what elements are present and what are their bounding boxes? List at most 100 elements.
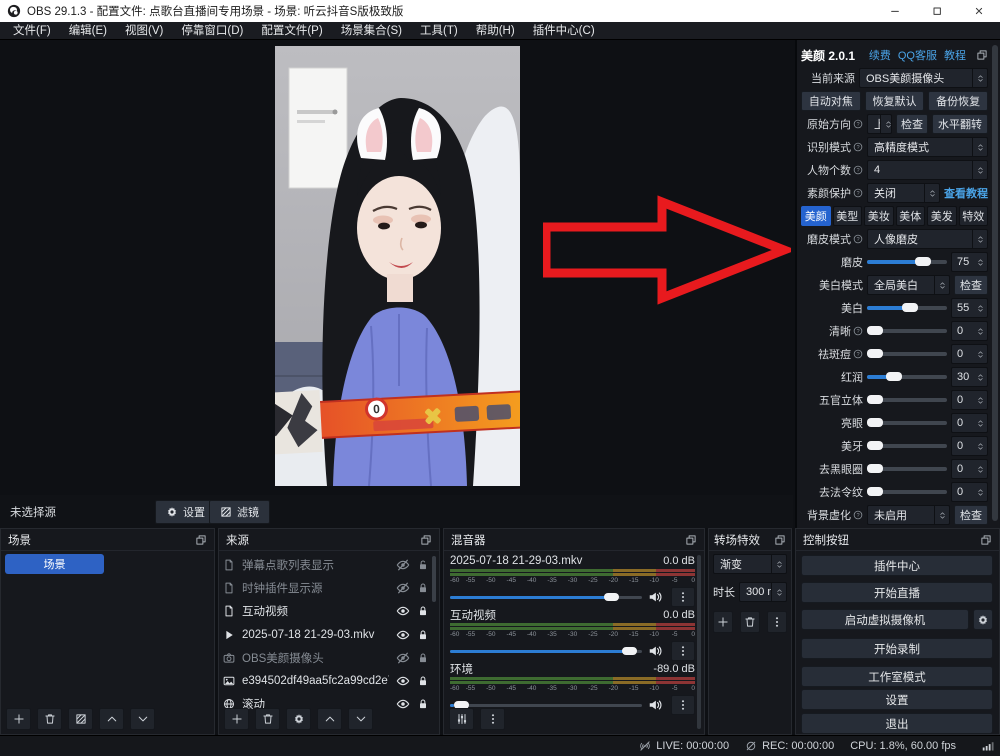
- start-recording-button[interactable]: 开始录制: [801, 638, 993, 659]
- sources-scrollbar[interactable]: [432, 556, 436, 602]
- help-icon[interactable]: ?: [853, 510, 863, 520]
- speaker-icon[interactable]: [648, 590, 662, 604]
- speaker-icon[interactable]: [648, 644, 662, 658]
- remove-source-button[interactable]: [255, 708, 280, 730]
- beauty-tab-美颜[interactable]: 美颜: [801, 206, 831, 226]
- lock-toggle[interactable]: [417, 698, 429, 710]
- restore-default-button[interactable]: 恢复默认: [865, 91, 925, 111]
- menu-dock[interactable]: 停靠窗口(D): [172, 22, 252, 40]
- menu-tools[interactable]: 工具(T): [411, 22, 467, 40]
- teeth-slider[interactable]: [867, 436, 947, 456]
- rosy-slider[interactable]: [867, 367, 947, 387]
- bright-eyes-value[interactable]: 0: [951, 413, 988, 433]
- visibility-toggle[interactable]: [396, 697, 410, 711]
- whiten-value[interactable]: 55: [951, 298, 988, 318]
- help-icon[interactable]: ?: [853, 326, 863, 336]
- help-icon[interactable]: ?: [853, 349, 863, 359]
- popup-icon[interactable]: [976, 49, 988, 61]
- virtual-camera-settings-button[interactable]: [973, 609, 993, 630]
- popup-icon[interactable]: [685, 534, 697, 546]
- maximize-button[interactable]: [916, 0, 958, 22]
- source-row[interactable]: 弹幕点歌列表显示: [223, 554, 429, 576]
- exit-button[interactable]: 退出: [801, 713, 993, 734]
- orientation-check-button[interactable]: 检查: [896, 114, 928, 134]
- source-row[interactable]: 互动视频: [223, 600, 429, 622]
- whiten-slider[interactable]: [867, 298, 947, 318]
- track-menu-button[interactable]: [671, 587, 695, 607]
- smooth-slider[interactable]: [867, 252, 947, 272]
- lock-toggle[interactable]: [417, 559, 429, 571]
- source-row[interactable]: 2025-07-18 21-29-03.mkv: [223, 624, 429, 646]
- nasolabial-slider[interactable]: [867, 482, 947, 502]
- visibility-toggle[interactable]: [396, 628, 410, 642]
- source-properties-button[interactable]: [286, 708, 311, 730]
- properties-settings-button[interactable]: 设置: [155, 500, 216, 524]
- bg-blur-select[interactable]: 未启用: [867, 505, 950, 525]
- source-row[interactable]: e394502df49aa5fc2a99cd2e7c: [223, 670, 429, 692]
- smooth-value[interactable]: 75: [951, 252, 988, 272]
- preview-area[interactable]: 0: [0, 40, 793, 495]
- studio-mode-button[interactable]: 工作室模式: [801, 666, 993, 687]
- recognition-mode-select[interactable]: 高精度模式: [867, 137, 988, 157]
- beauty-tab-美体[interactable]: 美体: [896, 206, 926, 226]
- remove-scene-button[interactable]: [37, 708, 62, 730]
- help-icon[interactable]: ?: [853, 188, 863, 198]
- settings-button[interactable]: 设置: [801, 689, 993, 710]
- popup-icon[interactable]: [774, 534, 786, 546]
- plugin-center-button[interactable]: 插件中心: [801, 555, 993, 576]
- person-count-stepper[interactable]: 4: [867, 160, 988, 180]
- scene-filters-button[interactable]: [68, 708, 93, 730]
- duration-stepper[interactable]: 300 ms: [739, 582, 787, 602]
- visibility-toggle[interactable]: [396, 651, 410, 665]
- start-virtual-camera-button[interactable]: 启动虚拟摄像机: [801, 609, 969, 630]
- scene-move-down-button[interactable]: [130, 708, 155, 730]
- whiten-mode-check-button[interactable]: 检查: [954, 275, 988, 295]
- visibility-toggle[interactable]: [396, 604, 410, 618]
- help-icon[interactable]: ?: [853, 119, 863, 129]
- rosy-value[interactable]: 30: [951, 367, 988, 387]
- source-row[interactable]: OBS美颜摄像头: [223, 647, 429, 669]
- current-source-select[interactable]: OBS美颜摄像头: [859, 68, 988, 88]
- menu-edit[interactable]: 编辑(E): [60, 22, 116, 40]
- track-menu-button[interactable]: [671, 695, 695, 715]
- menu-plugin-center[interactable]: 插件中心(C): [524, 22, 604, 40]
- orientation-select[interactable]: 上: [867, 114, 892, 134]
- lock-toggle[interactable]: [417, 629, 429, 641]
- blemish-value[interactable]: 0: [951, 344, 988, 364]
- visibility-toggle[interactable]: [396, 674, 410, 688]
- speaker-icon[interactable]: [648, 698, 662, 712]
- popup-icon[interactable]: [420, 534, 432, 546]
- backup-restore-button[interactable]: 备份恢复: [928, 91, 988, 111]
- lock-toggle[interactable]: [417, 675, 429, 687]
- facial-3d-value[interactable]: 0: [951, 390, 988, 410]
- start-streaming-button[interactable]: 开始直播: [801, 582, 993, 603]
- source-move-up-button[interactable]: [317, 708, 342, 730]
- bright-eyes-slider[interactable]: [867, 413, 947, 433]
- beauty-panel-scrollbar[interactable]: [992, 45, 998, 521]
- face-protect-select[interactable]: 关闭: [867, 183, 940, 203]
- autofocus-button[interactable]: 自动对焦: [801, 91, 861, 111]
- track-menu-button[interactable]: [671, 641, 695, 661]
- beauty-tab-美发[interactable]: 美发: [927, 206, 957, 226]
- lock-toggle[interactable]: [417, 652, 429, 664]
- lock-toggle[interactable]: [417, 605, 429, 617]
- beauty-tab-美妆[interactable]: 美妆: [864, 206, 894, 226]
- menu-view[interactable]: 视图(V): [116, 22, 172, 40]
- facial-3d-slider[interactable]: [867, 390, 947, 410]
- source-move-down-button[interactable]: [348, 708, 373, 730]
- dark-circles-slider[interactable]: [867, 459, 947, 479]
- lock-toggle[interactable]: [417, 582, 429, 594]
- popup-icon[interactable]: [980, 534, 992, 546]
- clarity-slider[interactable]: [867, 321, 947, 341]
- qq-support-link[interactable]: QQ客服: [898, 47, 937, 63]
- whiten-mode-select[interactable]: 全局美白: [867, 275, 950, 295]
- menu-scene-collection[interactable]: 场景集合(S): [332, 22, 411, 40]
- scene-item-selected[interactable]: 场景: [5, 554, 104, 574]
- advanced-audio-button[interactable]: [449, 708, 474, 730]
- help-icon[interactable]: ?: [853, 165, 863, 175]
- add-scene-button[interactable]: [6, 708, 31, 730]
- menu-file[interactable]: 文件(F): [4, 22, 60, 40]
- remove-transition-button[interactable]: [740, 611, 760, 633]
- blemish-slider[interactable]: [867, 344, 947, 364]
- renew-link[interactable]: 续费: [869, 47, 891, 63]
